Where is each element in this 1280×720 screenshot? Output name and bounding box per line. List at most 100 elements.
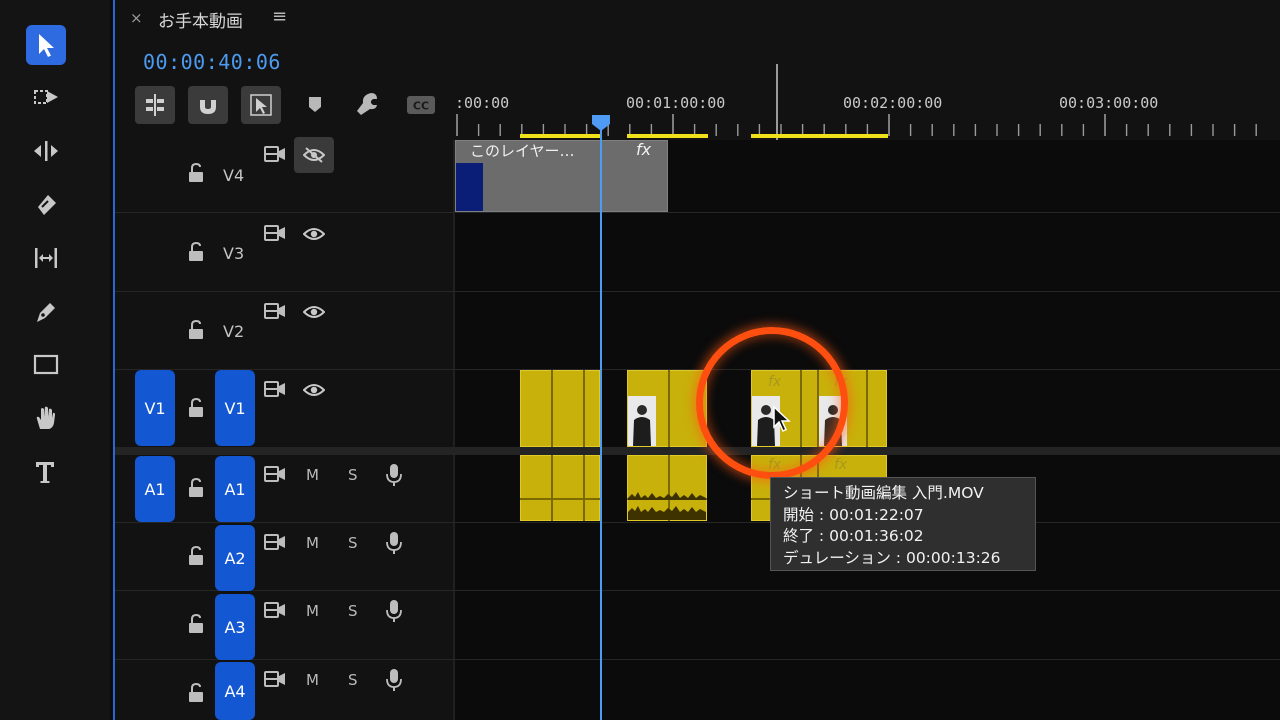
- linked-selection-icon: [250, 94, 272, 116]
- clip-thumbnail: [628, 396, 656, 446]
- track-divider: [115, 590, 1280, 591]
- type-tool-button[interactable]: [26, 452, 66, 492]
- hand-icon: [36, 406, 55, 429]
- sync-lock-icon[interactable]: [264, 533, 286, 551]
- mute-button[interactable]: M: [306, 602, 319, 620]
- clip-edit-point: [668, 370, 670, 447]
- mute-button[interactable]: M: [306, 671, 319, 689]
- clip-edit-point: [551, 455, 553, 521]
- lock-icon[interactable]: [187, 614, 205, 634]
- tooltip-clip-name: ショート動画編集 入門.MOV: [783, 484, 984, 502]
- sync-lock-icon[interactable]: [264, 302, 286, 320]
- lock-icon[interactable]: [187, 320, 205, 340]
- lock-icon[interactable]: [187, 683, 205, 703]
- microphone-icon[interactable]: [386, 463, 402, 487]
- arrow-icon: [39, 34, 54, 57]
- track-label-v2[interactable]: V2: [223, 322, 244, 341]
- add-marker-icon[interactable]: [306, 92, 324, 116]
- track-select-tool-button[interactable]: [26, 78, 66, 118]
- svg-text:CC: CC: [413, 100, 429, 113]
- rectangle-icon: [33, 354, 59, 375]
- rectangle-tool-button[interactable]: [26, 345, 66, 385]
- microphone-icon[interactable]: [386, 531, 402, 555]
- track-target-v1[interactable]: V1: [215, 370, 255, 446]
- insert-nest-button[interactable]: [135, 86, 175, 124]
- lock-icon[interactable]: [187, 546, 205, 566]
- track-target-a3[interactable]: A3: [215, 594, 255, 660]
- track-divider: [115, 291, 1280, 292]
- mute-button[interactable]: M: [306, 466, 319, 484]
- sync-lock-icon[interactable]: [264, 380, 286, 398]
- solo-button[interactable]: S: [348, 466, 358, 484]
- track-label-v3[interactable]: V3: [223, 244, 244, 263]
- source-patch-v1[interactable]: V1: [135, 370, 175, 446]
- lock-icon[interactable]: [187, 478, 205, 498]
- selection-tool-button[interactable]: [26, 25, 66, 65]
- playhead-timecode[interactable]: 00:00:40:06: [143, 50, 281, 74]
- playhead-line[interactable]: [600, 120, 602, 720]
- rendered-range-bar: [627, 134, 708, 138]
- sequence-tab-title[interactable]: お手本動画: [158, 7, 243, 32]
- slip-icon: [35, 248, 57, 268]
- solo-button[interactable]: S: [348, 534, 358, 552]
- fx-badge: fx: [834, 457, 848, 473]
- slip-tool-button[interactable]: [26, 238, 66, 278]
- track-target-a4[interactable]: A4: [215, 662, 255, 720]
- video-clip-v1[interactable]: [520, 370, 600, 447]
- track-header-separator: [453, 140, 455, 720]
- tab-close-button[interactable]: ×: [130, 9, 143, 27]
- source-patch-a1[interactable]: A1: [135, 456, 175, 522]
- playhead-handle[interactable]: [591, 114, 611, 132]
- clip-edit-point: [551, 370, 553, 447]
- magnet-icon: [200, 100, 216, 114]
- audio-channel-divider: [520, 498, 600, 500]
- audio-clip-a1[interactable]: [520, 455, 600, 521]
- clip-edit-point: [583, 370, 585, 447]
- graphic-clip-thumbnail: [456, 163, 483, 211]
- sync-lock-icon[interactable]: [264, 465, 286, 483]
- pen-icon: [37, 303, 55, 322]
- microphone-icon[interactable]: [386, 599, 402, 623]
- track-target-a1[interactable]: A1: [215, 456, 255, 522]
- sync-lock-icon[interactable]: [264, 224, 286, 242]
- tools-panel: [0, 0, 110, 720]
- solo-button[interactable]: S: [348, 671, 358, 689]
- hand-tool-button[interactable]: [26, 398, 66, 438]
- captions-icon[interactable]: CC: [406, 95, 436, 115]
- mute-button[interactable]: M: [306, 534, 319, 552]
- snap-button[interactable]: [188, 86, 228, 124]
- linked-selection-button[interactable]: [241, 86, 281, 124]
- sync-lock-icon[interactable]: [264, 145, 286, 163]
- track-divider: [115, 212, 1280, 213]
- highlight-circle: [696, 327, 848, 479]
- toggle-output-button[interactable]: [294, 137, 334, 173]
- track-label-v4[interactable]: V4: [223, 166, 244, 185]
- fx-badge: fx: [636, 140, 652, 159]
- nest-icon: [146, 94, 164, 116]
- tab-menu-icon[interactable]: ≡: [272, 6, 287, 27]
- rendered-range-bar: [520, 134, 601, 138]
- solo-button[interactable]: S: [348, 602, 358, 620]
- pen-tool-button[interactable]: [26, 292, 66, 332]
- ripple-edit-tool-button[interactable]: [26, 131, 66, 171]
- track-divider: [115, 522, 1280, 523]
- eye-icon[interactable]: [303, 226, 325, 242]
- razor-tool-button[interactable]: [26, 185, 66, 225]
- sync-lock-icon[interactable]: [264, 601, 286, 619]
- clip-edit-point: [583, 455, 585, 521]
- track-target-a2[interactable]: A2: [215, 525, 255, 591]
- lock-icon[interactable]: [187, 242, 205, 262]
- lock-icon[interactable]: [187, 163, 205, 183]
- clip-info-tooltip: ショート動画編集 入門.MOV 開始 : 00:01:22:07 終了 : 00…: [770, 477, 1036, 571]
- mouse-cursor-icon: [773, 405, 791, 433]
- tooltip-start: 開始 : 00:01:22:07: [783, 505, 924, 524]
- video-audio-divider[interactable]: [115, 447, 1280, 455]
- eye-icon[interactable]: [303, 304, 325, 320]
- clip-edit-point: [866, 370, 868, 447]
- microphone-icon[interactable]: [386, 668, 402, 692]
- eye-icon[interactable]: [303, 382, 325, 398]
- lock-icon[interactable]: [187, 398, 205, 418]
- tooltip-end: 終了 : 00:01:36:02: [783, 527, 924, 545]
- wrench-icon[interactable]: [354, 90, 380, 116]
- sync-lock-icon[interactable]: [264, 670, 286, 688]
